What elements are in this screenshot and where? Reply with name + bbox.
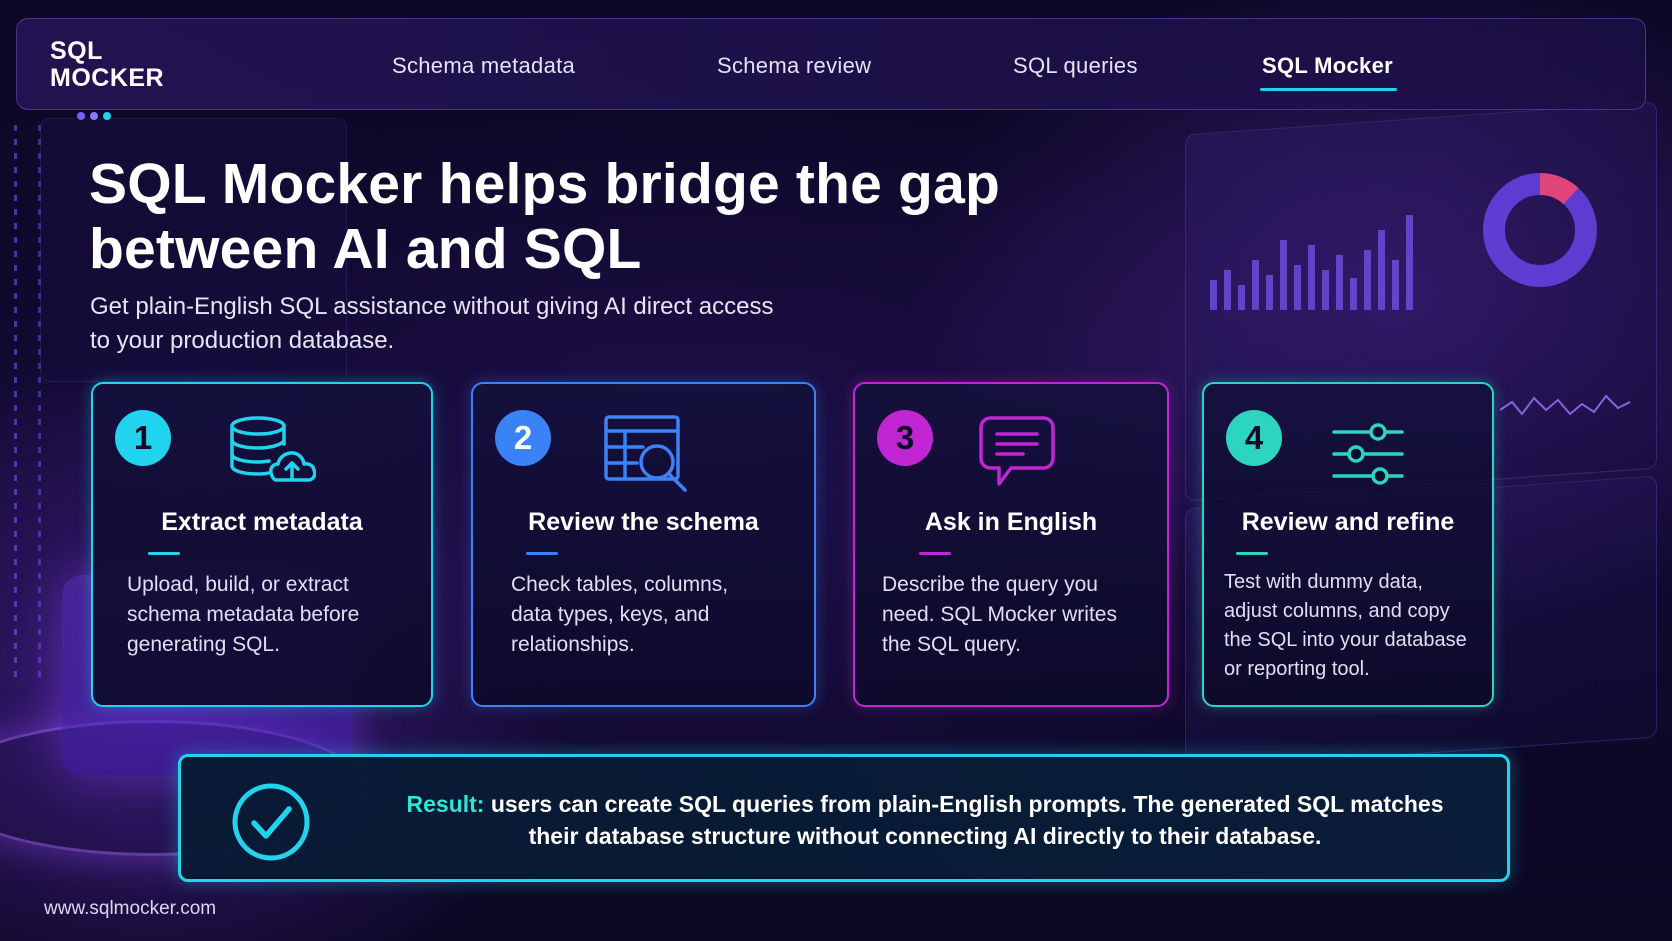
subhead-line2: to your production database.: [90, 327, 395, 354]
step-divider: [919, 552, 951, 555]
logo-text-line1: SQL: [50, 37, 103, 65]
result-text-line2: their database structure without connect…: [528, 823, 1322, 849]
step-description: Check tables, columns, data types, keys,…: [511, 573, 729, 656]
step-description: Test with dummy data, adjust columns, an…: [1224, 571, 1467, 680]
page-subheadline: Get plain-English SQL assistance without…: [90, 290, 890, 358]
step-divider: [1236, 552, 1268, 555]
sliders-icon: [1332, 423, 1404, 485]
sql-mocker-logo[interactable]: SQL MOCKER: [50, 37, 180, 120]
step-number-badge: 1: [115, 410, 171, 466]
step-number-badge: 3: [877, 410, 933, 466]
step-card-review-schema: 2 Review the schema Check tables, column…: [471, 382, 816, 707]
footer-website-link[interactable]: www.sqlmocker.com: [44, 898, 216, 920]
step-card-review-and-refine: 4 Review and refine Test with dummy data…: [1202, 382, 1494, 707]
step-title: Review and refine: [1241, 508, 1455, 536]
step-title: Ask in English: [924, 508, 1098, 536]
logo-text-line2: MOCKER: [50, 64, 165, 92]
step-divider: [148, 552, 180, 555]
page-headline: SQL Mocker helps bridge the gap between …: [89, 152, 1139, 282]
step-title: Extract metadata: [161, 508, 363, 536]
decorative-bar-chart: [1210, 215, 1413, 310]
chat-bubble-icon: [979, 416, 1055, 486]
check-circle-icon: [232, 783, 310, 861]
nav-item-sql-mocker[interactable]: SQL Mocker: [1260, 53, 1397, 91]
nav-item-schema-metadata[interactable]: Schema metadata: [392, 53, 575, 79]
logo-dots-icon: [77, 112, 111, 120]
result-label: Result:: [406, 791, 485, 817]
result-text-line1: users can create SQL queries from plain-…: [490, 791, 1444, 817]
result-banner: Result: users can create SQL queries fro…: [178, 754, 1510, 882]
nav-item-sql-queries[interactable]: SQL queries: [1013, 53, 1138, 79]
step-number-badge: 4: [1226, 410, 1282, 466]
table-search-icon: [604, 415, 687, 492]
step-card-ask-in-english: 3 Ask in English Describe the query you …: [853, 382, 1169, 707]
top-navbar: SQL MOCKER Schema metadata Schema review…: [16, 18, 1646, 120]
step-divider: [526, 552, 558, 555]
nav-item-schema-review[interactable]: Schema review: [717, 53, 871, 79]
database-upload-icon: [230, 416, 316, 482]
headline-line1: SQL Mocker helps bridge the gap: [89, 152, 1000, 216]
nav-active-indicator: [1260, 88, 1397, 91]
decorative-dashed-lines: [12, 125, 52, 685]
decorative-donut: [1483, 173, 1597, 287]
step-description: Describe the query you need. SQL Mocker …: [882, 573, 1117, 656]
decorative-sparkline: [1500, 394, 1631, 416]
headline-line2: between AI and SQL: [89, 217, 642, 281]
step-title: Review the schema: [528, 508, 759, 536]
step-number-badge: 2: [495, 410, 551, 466]
step-card-extract-metadata: 1 Extract metadata Upload, build, or ext…: [91, 382, 433, 707]
nav-item-sql-mocker-label: SQL Mocker: [1262, 53, 1393, 78]
result-text: Result: users can create SQL queries fro…: [365, 788, 1485, 852]
step-description: Upload, build, or extract schema metadat…: [127, 573, 360, 656]
subhead-line1: Get plain-English SQL assistance without…: [90, 293, 774, 320]
